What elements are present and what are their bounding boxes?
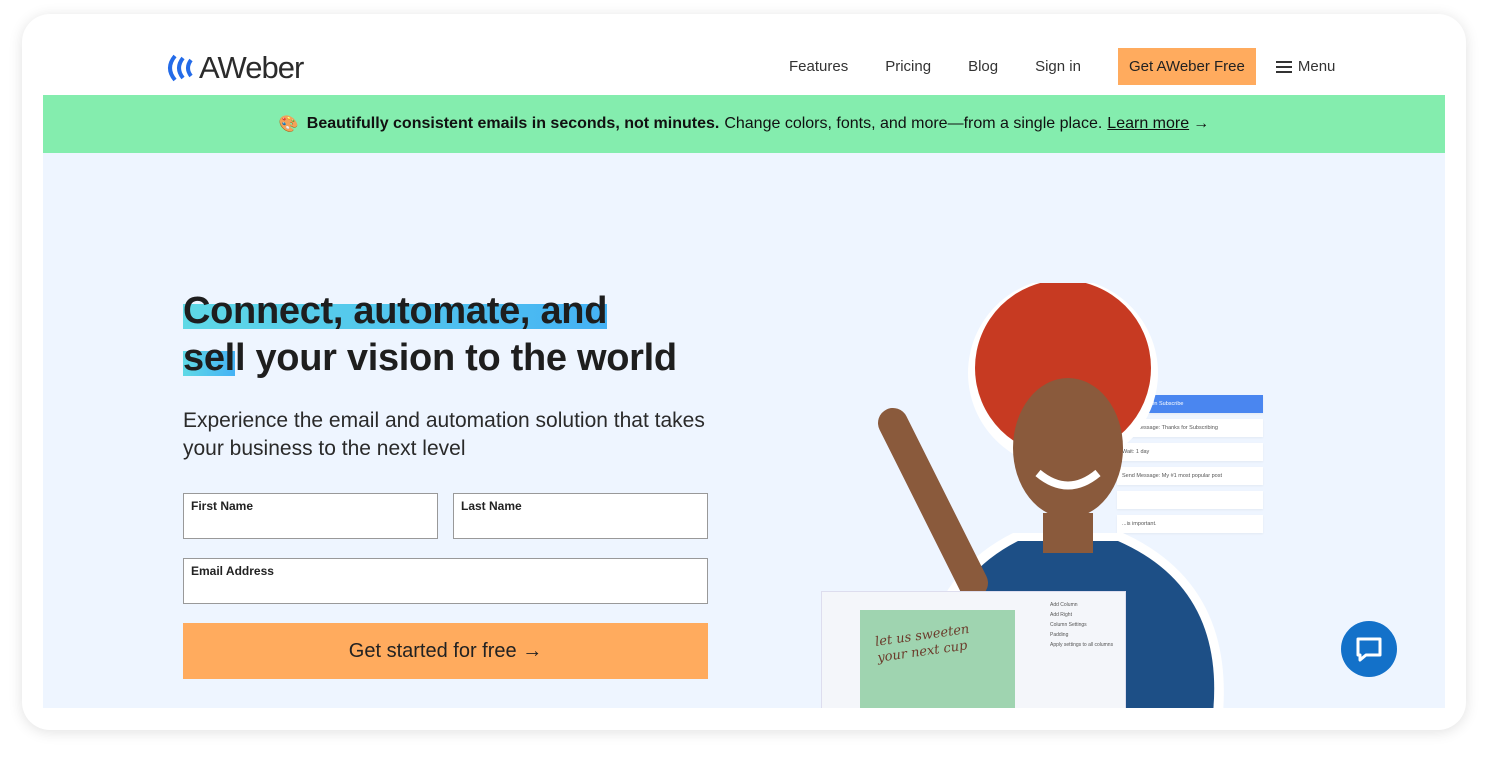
announcement-banner: 🎨 Beautifully consistent emails in secon…	[43, 95, 1445, 153]
first-name-field[interactable]: First Name	[183, 493, 438, 539]
editor-image: let us sweeten your next cup	[860, 610, 1015, 708]
title-highlight-2: sel	[183, 337, 235, 379]
chat-button[interactable]	[1341, 621, 1397, 677]
first-name-input[interactable]	[191, 517, 430, 533]
logo-text: AWeber	[199, 50, 304, 85]
menu-button[interactable]: Menu	[1275, 58, 1336, 75]
editor-mockup: let us sweeten your next cup Add Column …	[821, 591, 1126, 708]
get-started-button[interactable]: Get started for free →	[183, 623, 708, 679]
hamburger-icon	[1275, 60, 1292, 73]
aweber-logo[interactable]: AWeber	[167, 50, 304, 86]
nav-blog[interactable]: Blog	[968, 58, 998, 75]
panel-item: Apply settings to all columns	[1050, 642, 1114, 648]
banner-text: Change colors, fonts, and more—from a si…	[724, 115, 1103, 132]
menu-label: Menu	[1297, 58, 1336, 75]
get-aweber-free-button[interactable]: Get AWeber Free	[1117, 48, 1256, 85]
aweber-waves-icon	[168, 54, 193, 82]
first-name-label: First Name	[191, 499, 254, 513]
hero-title: Connect, automate, and sell your vision t…	[183, 288, 677, 382]
last-name-field[interactable]: Last Name	[453, 493, 708, 539]
email-label: Email Address	[191, 564, 274, 578]
chat-icon	[1356, 637, 1382, 662]
panel-item: Add Right	[1050, 612, 1072, 618]
page-card: AWeber Features Pricing Blog Sign in Get…	[22, 14, 1466, 730]
email-input[interactable]	[191, 582, 700, 598]
top-nav: AWeber Features Pricing Blog Sign in Get…	[22, 14, 1466, 95]
panel-item: Add Column	[1050, 602, 1078, 608]
email-field[interactable]: Email Address	[183, 558, 708, 604]
nav-sign-in[interactable]: Sign in	[1035, 58, 1081, 75]
title-highlight: Connect, automate, and	[183, 290, 608, 332]
arrow-right-icon: →	[1193, 115, 1210, 132]
palette-icon: 🎨	[278, 116, 299, 133]
editor-image-text: let us sweeten your next cup	[874, 621, 971, 666]
hero-subtitle: Experience the email and automation solu…	[183, 409, 705, 460]
nav-features[interactable]: Features	[789, 58, 848, 75]
title-rest: l your vision to the world	[234, 337, 677, 379]
last-name-input[interactable]	[461, 517, 700, 533]
last-name-label: Last Name	[461, 499, 522, 513]
hero-section: Connect, automate, and sell your vision t…	[43, 153, 1445, 708]
panel-item: Column Settings	[1050, 622, 1087, 628]
banner-bold-text: Beautifully consistent emails in seconds…	[306, 115, 720, 132]
panel-item: Padding	[1050, 632, 1069, 638]
learn-more-link[interactable]: Learn more	[1107, 115, 1189, 133]
nav-pricing[interactable]: Pricing	[885, 58, 931, 75]
